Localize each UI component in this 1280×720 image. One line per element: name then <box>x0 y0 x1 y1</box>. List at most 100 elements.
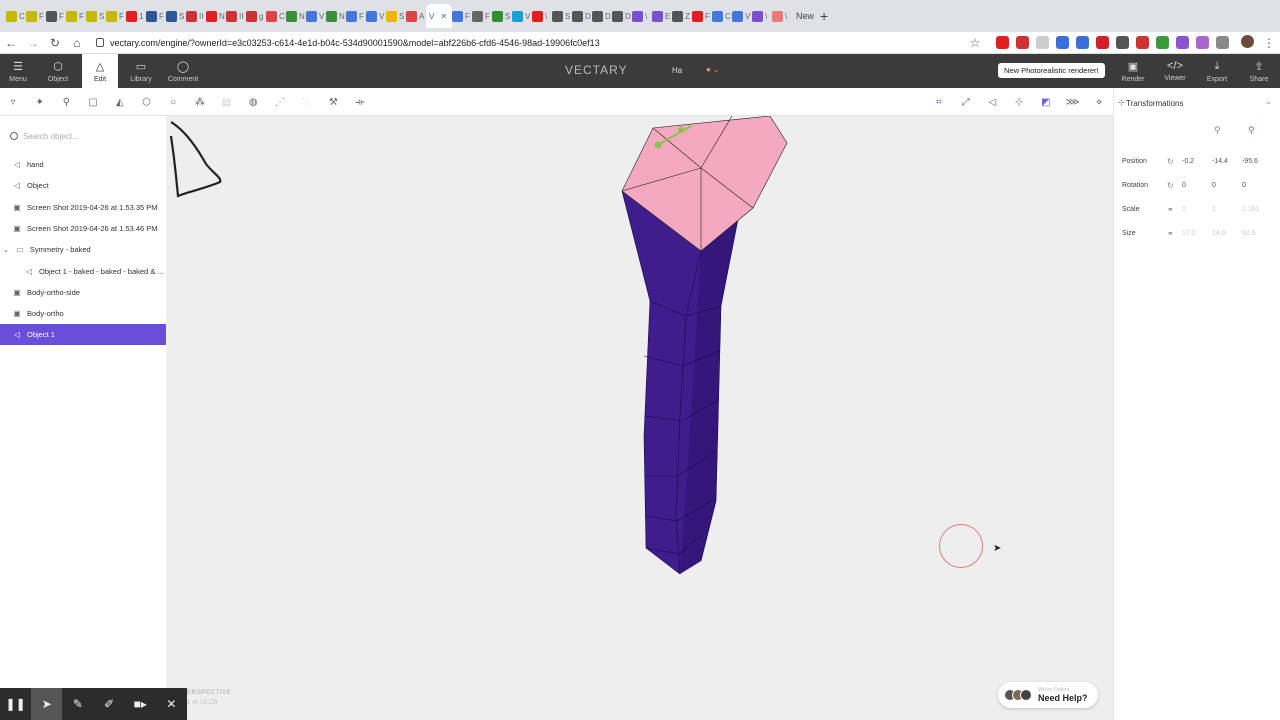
link-icon[interactable]: ⚭ <box>1167 229 1182 238</box>
reset-icon[interactable]: ↻ <box>1167 181 1182 190</box>
link-icon[interactable]: ⚭ <box>1167 205 1182 214</box>
outliner-item[interactable]: ⌄ ▭ Symmetry - baked <box>0 239 166 260</box>
extension-icon[interactable] <box>1036 36 1049 49</box>
browser-tab[interactable]: C <box>266 4 286 28</box>
pivot-toggle-icon[interactable]: ⚲ <box>1214 125 1221 136</box>
edit-tool-icon[interactable]: ◭ <box>113 95 127 109</box>
browser-tab[interactable]: \ <box>752 4 772 28</box>
view-tool-icon[interactable]: ⤢ <box>959 95 973 109</box>
edit-tool-icon[interactable]: ▿ <box>6 95 20 109</box>
browser-tab-active[interactable]: V ✕ <box>426 4 452 28</box>
browser-tab[interactable]: F <box>146 4 166 28</box>
browser-tab[interactable]: A <box>406 4 426 28</box>
browser-tab[interactable]: F <box>66 4 86 28</box>
transform-value-field[interactable]: 0 <box>1212 182 1242 189</box>
transform-value-field[interactable]: 1 <box>1182 206 1212 213</box>
object-mode-button[interactable]: ⬡ Object <box>40 54 76 88</box>
browser-tab[interactable]: C <box>712 4 732 28</box>
transform-value-field[interactable]: -95.6 <box>1242 158 1272 165</box>
browser-tab[interactable]: F <box>106 4 126 28</box>
transform-value-field[interactable]: -14.4 <box>1212 158 1242 165</box>
home-icon[interactable]: ⌂ <box>66 36 88 50</box>
document-name[interactable]: Ha <box>672 66 682 75</box>
new-tab-button[interactable]: + <box>820 8 828 24</box>
extension-icon[interactable] <box>1016 36 1029 49</box>
camera-label[interactable]: ERSPECTIVE <box>187 689 231 696</box>
view-tool-icon[interactable]: ⊹ <box>1012 95 1026 109</box>
transform-value-field[interactable]: 14.6 <box>1212 230 1242 237</box>
browser-tab[interactable]: \ <box>532 4 552 28</box>
render-button[interactable]: ▣ Render <box>1115 54 1151 88</box>
pen-icon[interactable]: ✎ <box>62 688 93 720</box>
edit-tool-icon[interactable]: ⟛ <box>353 95 367 109</box>
browser-tab[interactable]: N <box>206 4 226 28</box>
browser-tab[interactable]: S <box>386 4 406 28</box>
chevron-down-icon[interactable]: ⌄ <box>1265 97 1272 106</box>
edit-tool-icon[interactable]: ⚒ <box>326 95 340 109</box>
object-search[interactable]: Search object... <box>10 128 156 144</box>
browser-tab[interactable]: 1 <box>126 4 146 28</box>
extension-icon[interactable] <box>1156 36 1169 49</box>
extension-icon[interactable] <box>1176 36 1189 49</box>
browser-tab[interactable]: S <box>552 4 572 28</box>
library-button[interactable]: ▭ Library <box>123 54 159 88</box>
view-tool-icon[interactable]: ⌗ <box>932 95 946 109</box>
outliner-item[interactable]: ▣ Screen Shot 2019-04-26 at 1.53.46 PM <box>0 218 166 239</box>
menu-button[interactable]: ☰ Menu <box>0 54 36 88</box>
transform-value-field[interactable]: 92.9 <box>1242 230 1272 237</box>
edit-tool-icon[interactable]: ○ <box>166 95 180 109</box>
browser-tab[interactable]: F <box>452 4 472 28</box>
browser-tab[interactable]: g <box>246 4 266 28</box>
browser-tab[interactable]: II <box>186 4 206 28</box>
comment-button[interactable]: ◯ Comment <box>165 54 201 88</box>
3d-viewport[interactable]: ERSPECTIVE 1 ⬩0 ◇0 ▢0 We're Online Need … <box>166 116 1113 720</box>
browser-tab[interactable]: C <box>6 4 26 28</box>
browser-tab[interactable]: S <box>166 4 186 28</box>
extension-icon[interactable] <box>1196 36 1209 49</box>
extension-icon[interactable] <box>1136 36 1149 49</box>
edit-tool-icon[interactable]: ◍ <box>246 95 260 109</box>
edit-tool-icon[interactable]: ⚲ <box>59 95 73 109</box>
pause-icon[interactable]: ❚❚ <box>0 688 31 720</box>
transform-value-field[interactable]: -0.2 <box>1182 158 1212 165</box>
viewport-canvas[interactable] <box>166 116 1113 720</box>
share-button[interactable]: ⇪ Share <box>1241 54 1277 88</box>
local-toggle-icon[interactable]: ⚲ <box>1248 125 1255 136</box>
browser-tab[interactable]: N <box>286 4 306 28</box>
browser-tab[interactable]: \ <box>772 4 792 28</box>
edit-tool-icon[interactable]: ⋰ <box>273 95 287 109</box>
extension-icon[interactable] <box>1216 36 1229 49</box>
camera-icon[interactable]: ■▸ <box>125 688 156 720</box>
browser-tab[interactable]: II <box>226 4 246 28</box>
browser-tab[interactable]: \ <box>632 4 652 28</box>
outliner-item[interactable]: ◁ hand <box>0 154 166 175</box>
extension-icon[interactable] <box>1056 36 1069 49</box>
tab-close-icon[interactable]: ✕ <box>440 12 447 21</box>
browser-tab[interactable]: F <box>692 4 712 28</box>
browser-tab[interactable]: V <box>366 4 386 28</box>
edit-tool-icon[interactable]: ⁂ <box>193 95 207 109</box>
url-field[interactable]: vectary.com/engine/?ownerId=e3c03253-c61… <box>96 38 964 48</box>
transform-value-field[interactable]: 1.161 <box>1242 206 1272 213</box>
browser-tab[interactable]: V <box>512 4 532 28</box>
transform-value-field[interactable]: 17.2 <box>1182 230 1212 237</box>
bookmark-star-icon[interactable]: ☆ <box>964 36 986 50</box>
pointer-icon[interactable]: ➤ <box>31 688 63 720</box>
view-tool-icon[interactable]: ⋄ <box>1092 95 1106 109</box>
status-indicator[interactable]: ● ⌄ <box>706 65 720 74</box>
highlighter-icon[interactable]: ✐ <box>94 688 125 720</box>
edit-tool-icon[interactable]: ▤ <box>220 95 234 109</box>
browser-tab[interactable]: E <box>652 4 672 28</box>
view-tool-icon[interactable]: ◩ <box>1039 95 1053 109</box>
outliner-item[interactable]: ◁ Object <box>0 175 166 196</box>
outliner-item[interactable]: ◁ Object 1 <box>0 324 166 346</box>
browser-tab[interactable]: F <box>26 4 46 28</box>
outliner-item[interactable]: ▣ Body-ortho-side <box>0 282 166 303</box>
close-icon[interactable]: ✕ <box>156 688 187 720</box>
extension-icon[interactable] <box>1076 36 1089 49</box>
edit-tool-icon[interactable]: ⬡ <box>140 95 154 109</box>
browser-tab[interactable]: Z <box>672 4 692 28</box>
chevron-down-icon[interactable]: ⌄ <box>3 246 9 254</box>
edit-mode-button[interactable]: △ Edit <box>82 54 118 88</box>
reload-icon[interactable]: ↻ <box>44 36 66 50</box>
